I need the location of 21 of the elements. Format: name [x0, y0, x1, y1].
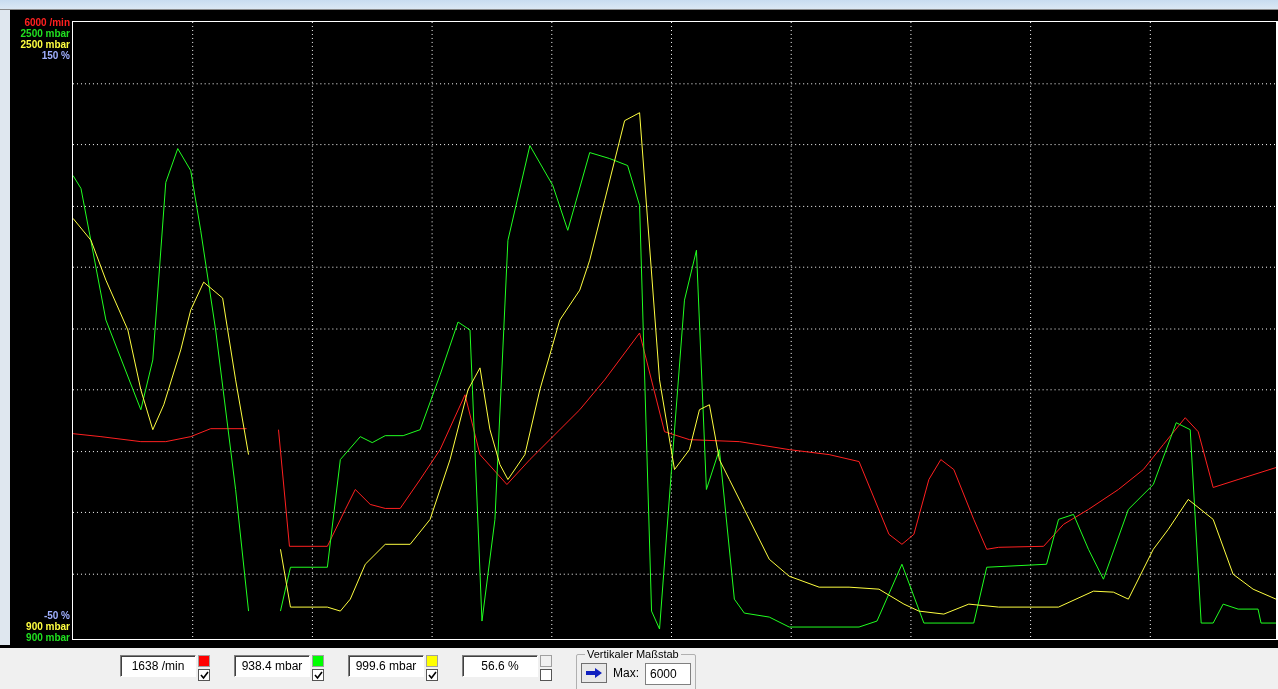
apply-button[interactable] — [581, 663, 607, 683]
max-field[interactable]: 6000 — [645, 663, 691, 685]
checkbox[interactable] — [198, 669, 210, 681]
value-field: 938.4 mbar — [234, 655, 310, 677]
value-field: 999.6 mbar — [348, 655, 424, 677]
axis-label: 2500 mbar — [20, 39, 70, 50]
axis-label: 2500 mbar — [20, 28, 70, 39]
value-field: 56.6 % — [462, 655, 538, 677]
color-swatch — [540, 655, 552, 667]
max-label: Max: — [613, 665, 639, 682]
axis-label: -50 % — [43, 610, 70, 621]
checkbox[interactable] — [540, 669, 552, 681]
checkbox[interactable] — [312, 669, 324, 681]
axis-label: 6000 /min — [24, 17, 70, 28]
value-field: 1638 /min — [120, 655, 196, 677]
axis-label: 150 % — [41, 50, 70, 61]
group-title: Vertikaler Maßstab — [585, 648, 681, 660]
axis-label: 900 mbar — [26, 621, 70, 632]
axis-label: 900 mbar — [26, 632, 70, 643]
arrow-right-icon — [585, 667, 603, 679]
checkbox[interactable] — [426, 669, 438, 681]
